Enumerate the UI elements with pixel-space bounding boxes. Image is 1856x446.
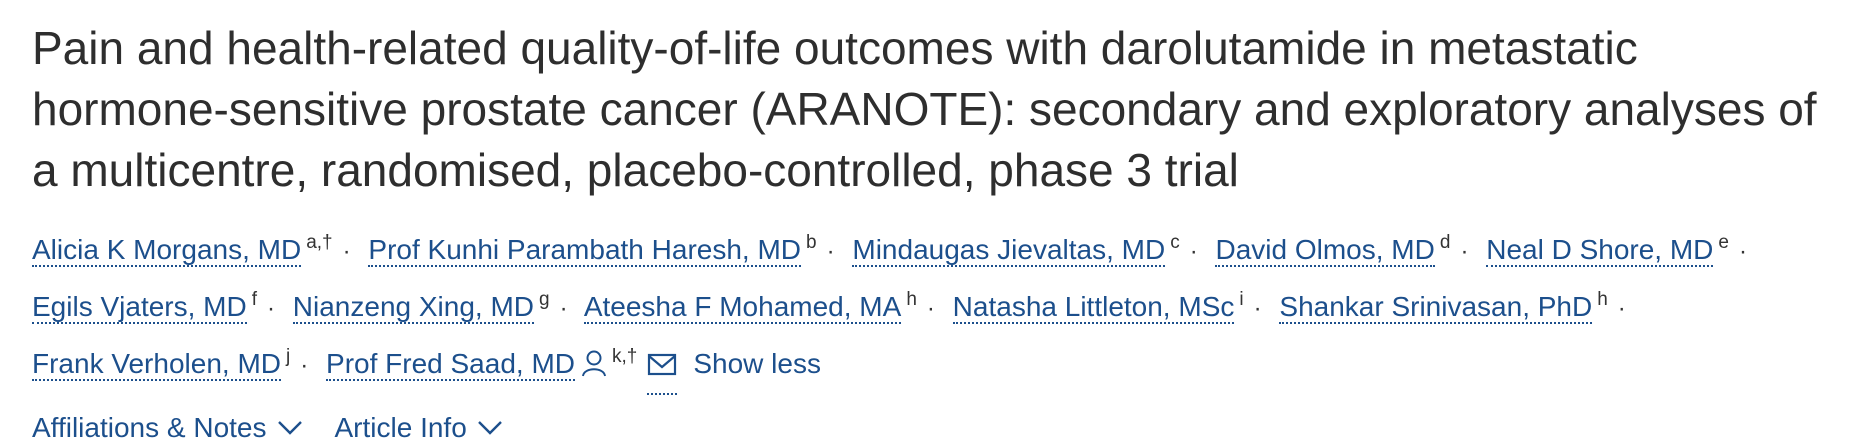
affiliations-notes-toggle[interactable]: Affiliations & Notes bbox=[32, 412, 303, 444]
person-icon[interactable] bbox=[581, 344, 607, 392]
author-separator: · bbox=[1617, 295, 1626, 322]
show-less-button[interactable]: Show less bbox=[693, 348, 821, 379]
mail-icon[interactable] bbox=[647, 344, 678, 395]
article-info-label: Article Info bbox=[334, 412, 467, 443]
author-link[interactable]: Natasha Littleton, MSc bbox=[952, 291, 1235, 324]
author-affiliation-sup: f bbox=[251, 289, 257, 310]
author-link[interactable]: Shankar Srinivasan, PhD bbox=[1279, 291, 1593, 324]
corresponding-author-link[interactable]: Prof Fred Saad, MD bbox=[326, 348, 575, 381]
author-affiliation-sup: a,† bbox=[306, 232, 333, 253]
author-affiliation-sup: i bbox=[1239, 289, 1244, 310]
author-link[interactable]: Egils Vjaters, MD bbox=[32, 291, 247, 324]
author-separator: · bbox=[267, 295, 275, 322]
author-list: Alicia K Morgans, MD a,† · Prof Kunhi Para… bbox=[32, 219, 1842, 395]
author-separator: · bbox=[926, 295, 935, 322]
chevron-down-icon bbox=[277, 421, 302, 435]
author-separator: · bbox=[559, 295, 568, 322]
author-link[interactable]: David Olmos, MD bbox=[1215, 234, 1435, 267]
author-link[interactable]: Mindaugas Jievaltas, MD bbox=[852, 234, 1166, 267]
author-affiliation-sup: k,† bbox=[612, 346, 638, 367]
author-affiliation-sup: d bbox=[1439, 232, 1451, 253]
chevron-down-icon bbox=[477, 421, 502, 435]
author-affiliation-sup: j bbox=[286, 346, 291, 367]
author-separator: · bbox=[1738, 238, 1747, 265]
author-separator: · bbox=[1253, 295, 1262, 322]
author-affiliation-sup: h bbox=[906, 289, 917, 310]
author-affiliation-sup: e bbox=[1718, 232, 1729, 253]
article-title: Pain and health-related quality-of-life … bbox=[32, 22, 1817, 196]
author-affiliation-sup: h bbox=[1597, 289, 1608, 310]
article-toggles: Affiliations & Notes Article Info bbox=[32, 412, 1856, 444]
author-link[interactable]: Nianzeng Xing, MD bbox=[292, 291, 535, 324]
author-link[interactable]: Alicia K Morgans, MD bbox=[32, 234, 302, 267]
author-separator: · bbox=[1460, 238, 1469, 265]
author-separator: · bbox=[342, 238, 351, 265]
author-separator: · bbox=[1189, 238, 1198, 265]
author-affiliation-sup: g bbox=[539, 289, 550, 310]
author-separator: · bbox=[300, 352, 309, 379]
author-link[interactable]: Frank Verholen, MD bbox=[32, 348, 281, 381]
author-link[interactable]: Neal D Shore, MD bbox=[1486, 234, 1714, 267]
article-header: Pain and health-related quality-of-life … bbox=[0, 0, 1856, 446]
author-link[interactable]: Ateesha F Mohamed, MA bbox=[583, 291, 902, 324]
author-link[interactable]: Prof Kunhi Parambath Haresh, MD bbox=[368, 234, 802, 267]
author-affiliation-sup: b bbox=[806, 232, 817, 253]
affiliations-notes-label: Affiliations & Notes bbox=[32, 412, 267, 443]
article-info-toggle[interactable]: Article Info bbox=[335, 412, 503, 444]
author-affiliation-sup: c bbox=[1170, 232, 1180, 253]
author-separator: · bbox=[826, 238, 835, 265]
